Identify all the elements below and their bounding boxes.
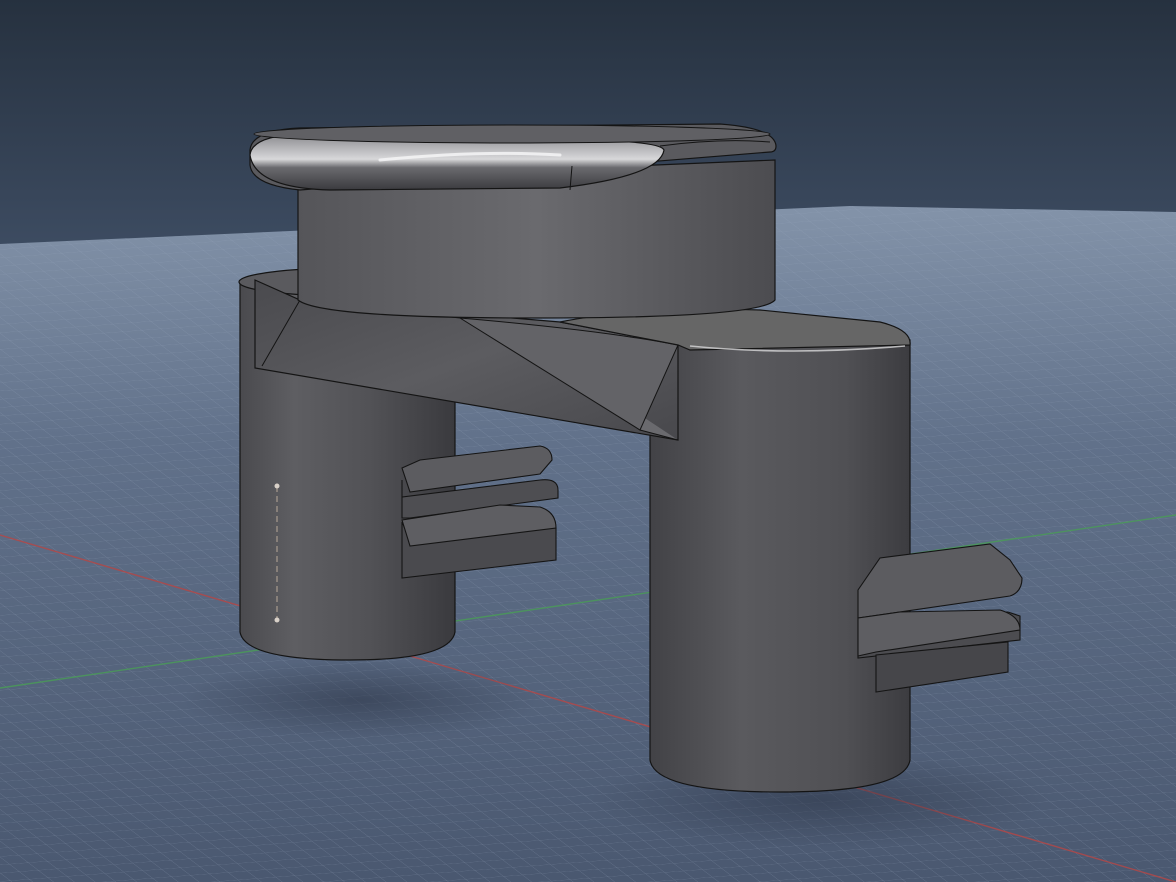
right-fins[interactable] xyxy=(857,543,1023,693)
left-fins[interactable] xyxy=(401,445,559,579)
model-shadow-left xyxy=(180,660,540,740)
3d-model-scene[interactable] xyxy=(0,0,1176,882)
right-leg[interactable] xyxy=(649,339,911,793)
cad-3d-viewport[interactable] xyxy=(0,0,1176,882)
